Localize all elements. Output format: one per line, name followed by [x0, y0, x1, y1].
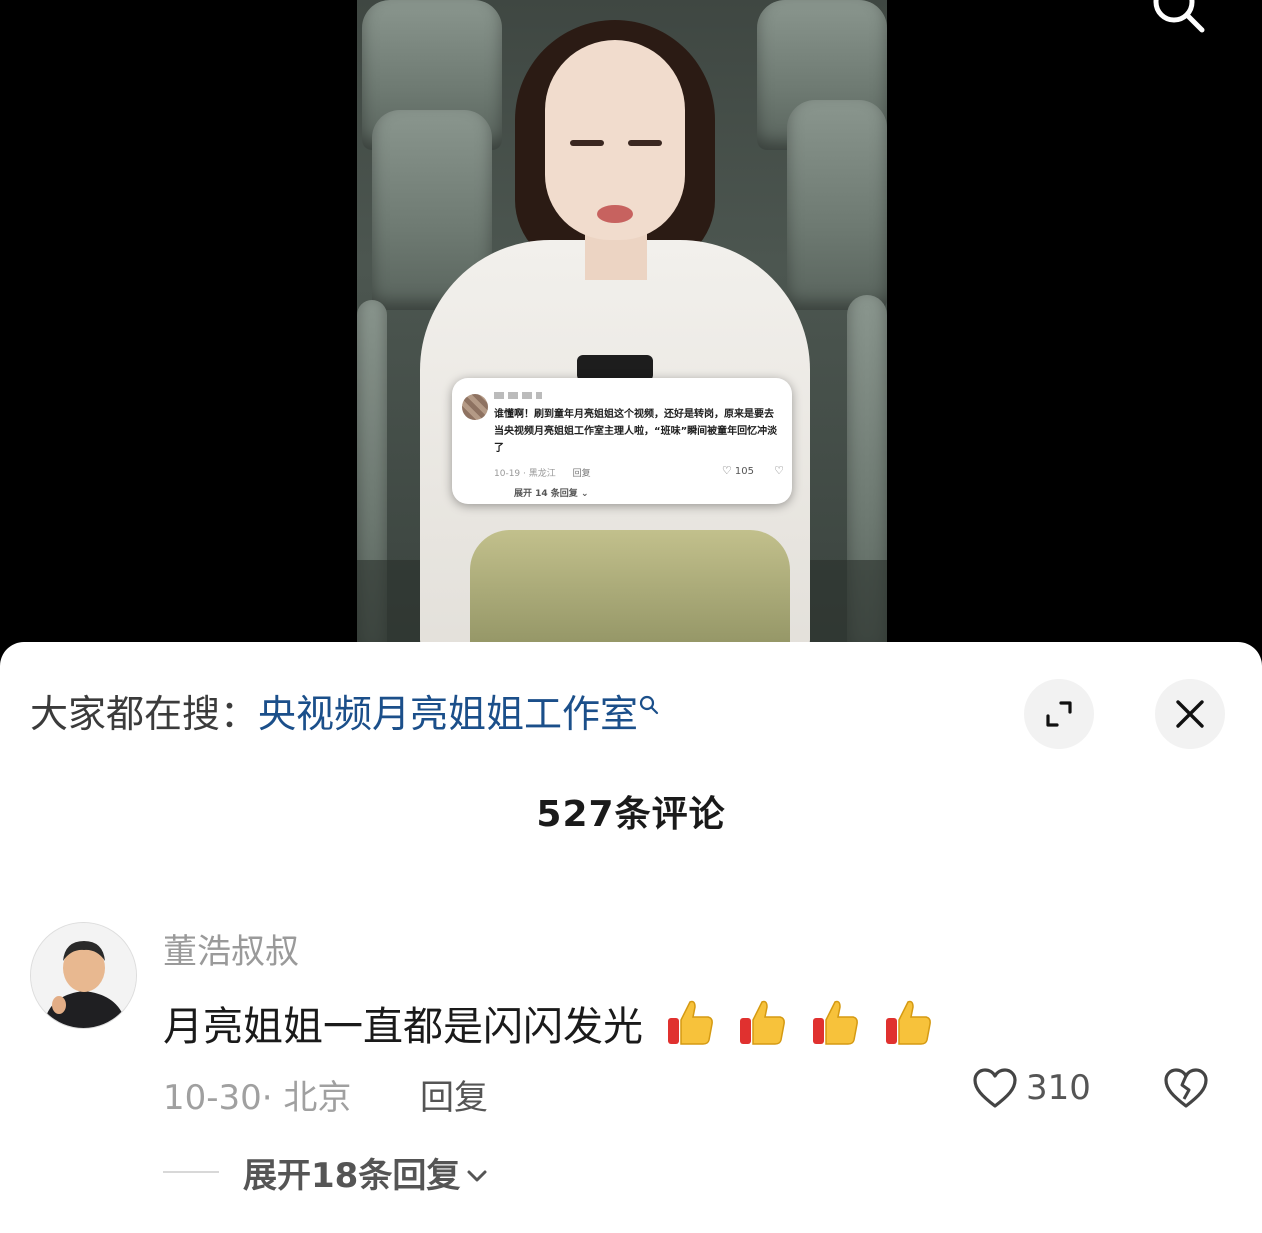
close-button[interactable] [1155, 679, 1225, 749]
embedded-comment-meta: 10-19 · 黑龙江 回复 [494, 466, 591, 479]
comment-count: 527条评论 [536, 794, 726, 835]
comment-body: 月亮姐姐一直都是闪闪发光 [163, 1004, 643, 1050]
avatar-portrait [31, 923, 136, 1028]
blurred-avatar [462, 394, 488, 420]
search-prefix: 大家都在搜： [30, 692, 259, 736]
embedded-comment-card: 谁懂啊！刷到童年月亮姐姐这个视频，还好是转岗，原来是要去当央视频月亮姐姐工作室主… [452, 378, 792, 504]
embedded-like-count: 105 [734, 466, 754, 477]
broken-heart-icon [1164, 1068, 1208, 1108]
comment-author[interactable]: 董浩叔叔 [163, 924, 299, 973]
chevron-down-icon: ⌄ [580, 489, 589, 499]
chevron-down-icon [467, 1170, 487, 1182]
presenter-skirt [470, 530, 790, 660]
thumbs-up-icon [885, 1000, 931, 1045]
comment-text: 月亮姐姐一直都是闪闪发光 [163, 994, 934, 1052]
search-icon[interactable] [1150, 0, 1206, 34]
presenter-eye [570, 140, 604, 146]
close-icon [1176, 700, 1204, 728]
like-button[interactable]: 310 [972, 1067, 1091, 1109]
seat [787, 100, 887, 310]
comment-sheet: 大家都在搜：央视频月亮姐姐工作室 527条评论 董浩叔叔 月亮姐姐一直都是闪闪发… [0, 642, 1262, 1233]
expand-replies-button[interactable]: 展开18条回复 [243, 1148, 488, 1197]
expand-replies-label: 展开18条回复 [243, 1156, 461, 1196]
presenter-eye [628, 140, 662, 146]
comment-meta: 10-30· 北京 [163, 1070, 351, 1119]
embedded-comment-text: 谁懂啊！刷到童年月亮姐姐这个视频，还好是转岗，原来是要去当央视频月亮姐姐工作室主… [494, 409, 778, 454]
replies-divider [163, 1171, 219, 1173]
embedded-expand-label: 展开 14 条回复 [514, 489, 578, 499]
embedded-reply-label: 回复 [572, 469, 591, 479]
video-player[interactable]: 谁懂啊！刷到童年月亮姐姐这个视频，还好是转岗，原来是要去当央视频月亮姐姐工作室主… [0, 0, 1262, 660]
embedded-comment-date: 10-19 · 黑龙江 [494, 469, 556, 479]
like-count: 310 [1026, 1068, 1091, 1108]
comment-date: 10-30 [163, 1078, 262, 1118]
trending-search[interactable]: 大家都在搜：央视频月亮姐姐工作室 [30, 690, 660, 738]
embedded-like: ♡ 105 [722, 464, 754, 477]
comment-location: · 北京 [261, 1078, 352, 1118]
embedded-expand-replies: 展开 14 条回复 ⌄ [514, 486, 588, 499]
expand-icon [1046, 701, 1072, 727]
search-icon [639, 695, 659, 715]
reply-button[interactable]: 回复 [420, 1070, 488, 1119]
heart-icon: ♡ [721, 464, 732, 477]
presenter-lips [597, 205, 633, 223]
broken-heart-icon: ♡ [774, 464, 784, 477]
thumbs-up-icon [667, 1000, 713, 1045]
search-term-link[interactable]: 央视频月亮姐姐工作室 [258, 692, 638, 736]
blurred-username [494, 392, 542, 399]
dislike-button[interactable] [1162, 1067, 1210, 1113]
avatar[interactable] [30, 922, 137, 1029]
heart-icon [973, 1068, 1017, 1108]
thumbs-up-icon [813, 1000, 859, 1045]
expand-button[interactable] [1024, 679, 1094, 749]
thumbs-up-icon [740, 1000, 786, 1045]
